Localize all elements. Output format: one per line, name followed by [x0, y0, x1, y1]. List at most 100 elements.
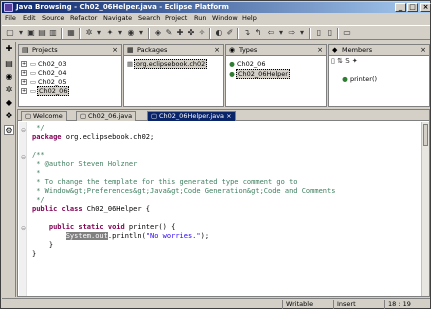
project-folder-icon: ▭: [29, 78, 37, 86]
close-view-icon[interactable]: ×: [112, 46, 118, 55]
members-view-header: ◆ Members ×: [329, 45, 429, 56]
menu-project[interactable]: Project: [165, 14, 187, 23]
debug-icon[interactable]: ✲: [84, 28, 94, 38]
toggle-icon[interactable]: ▭: [342, 28, 352, 38]
menu-navigate[interactable]: Navigate: [103, 14, 132, 23]
editor-tabs: ▢ Welcome ▢ Ch02_06.java ▢ Ch02_06Helper.ja…: [18, 110, 429, 121]
new-wizard-icon[interactable]: ✤: [186, 28, 196, 38]
team-perspective-icon[interactable]: ◆: [4, 98, 14, 108]
hide-static-icon[interactable]: S: [345, 57, 349, 65]
projects-icon: ▤: [22, 46, 29, 54]
expand-icon[interactable]: +: [21, 61, 27, 67]
close-button[interactable]: ×: [420, 3, 431, 12]
open-type-icon[interactable]: ◐: [214, 28, 224, 38]
type-item[interactable]: ● Ch02_06Helper: [228, 69, 290, 79]
tab-welcome[interactable]: ▢ Welcome: [21, 111, 67, 121]
status-insert-mode: Insert: [333, 300, 383, 309]
new-interface-icon[interactable]: ✚: [175, 28, 185, 38]
menu-help[interactable]: Help: [242, 14, 257, 23]
menu-edit[interactable]: Edit: [23, 14, 36, 23]
project-folder-icon: ▭: [29, 69, 37, 77]
dropdown-icon[interactable]: ▾: [16, 28, 26, 38]
next-annotation-icon[interactable]: ↴: [242, 28, 252, 38]
outline-icon[interactable]: ▯: [314, 28, 324, 38]
dropdown-icon[interactable]: ▾: [276, 28, 286, 38]
type-item[interactable]: ● Ch02_06: [228, 60, 266, 69]
expand-icon[interactable]: +: [21, 88, 27, 94]
status-writable: Writable: [282, 300, 332, 309]
dropdown-icon[interactable]: ▾: [115, 28, 125, 38]
hide-nonpublic-icon[interactable]: ✦: [352, 57, 358, 65]
java-perspective-icon[interactable]: ◉: [4, 72, 14, 82]
new-wizard-icon[interactable]: ✧: [197, 28, 207, 38]
external-tools-icon[interactable]: ◉: [126, 28, 136, 38]
member-item[interactable]: ● printer(): [341, 75, 378, 84]
open-perspective-icon[interactable]: ✚: [4, 44, 14, 54]
dropdown-icon[interactable]: ▾: [94, 28, 104, 38]
menu-window[interactable]: Window: [212, 14, 238, 23]
scrollbar-thumb[interactable]: [423, 124, 428, 146]
back-icon[interactable]: ⇦: [266, 28, 276, 38]
menu-search[interactable]: Search: [138, 14, 160, 23]
toolbar-separator: [79, 28, 81, 39]
minimize-button[interactable]: _: [395, 3, 406, 12]
project-item[interactable]: + ▭ Ch02_06: [21, 86, 70, 96]
project-item[interactable]: + ▭ Ch02_04: [21, 69, 67, 78]
sort-icon[interactable]: ⇅: [337, 57, 343, 65]
status-cursor-position: 18 : 19: [384, 300, 429, 309]
class-icon: ●: [229, 60, 235, 68]
new-package-icon[interactable]: ◈: [153, 28, 163, 38]
expand-icon[interactable]: +: [21, 70, 27, 76]
close-view-icon[interactable]: ×: [214, 46, 220, 55]
hide-fields-icon[interactable]: ▯: [331, 57, 335, 65]
save-all-icon[interactable]: ▤: [37, 28, 47, 38]
print-icon[interactable]: ▥: [48, 28, 58, 38]
build-icon[interactable]: ▦: [66, 28, 76, 38]
code-line: *: [32, 169, 41, 177]
code-line: public class Ch02_06Helper {: [32, 205, 151, 213]
close-view-icon[interactable]: ×: [420, 46, 426, 55]
new-class-icon[interactable]: ✎: [164, 28, 174, 38]
menu-run[interactable]: Run: [194, 14, 206, 23]
toggle-icon[interactable]: ▯: [325, 28, 335, 38]
debug-perspective-icon[interactable]: ✲: [4, 85, 14, 95]
code-area[interactable]: */ package org.eclipsebook.ch02; /** * @…: [18, 122, 421, 296]
run-icon[interactable]: ✦: [105, 28, 115, 38]
types-view-header: ◉ Types ×: [226, 45, 326, 56]
menu-bar: File Edit Source Refactor Navigate Searc…: [2, 13, 430, 24]
search-icon[interactable]: ✐: [225, 28, 235, 38]
menu-file[interactable]: File: [5, 14, 16, 23]
shortcut-bar: ✚ ▤ ◉ ✲ ◆ ❖ ⚙: [2, 42, 16, 297]
toolbar-separator: [148, 28, 150, 39]
members-toolbar: ▯ ⇅ S ✦: [331, 57, 358, 66]
tab-ch02-06helper[interactable]: ▢ Ch02_06Helper.java ×: [147, 111, 236, 121]
package-icon: ▦: [126, 60, 134, 68]
close-view-icon[interactable]: ×: [317, 46, 323, 55]
package-item[interactable]: ▦ org.eclipsebook.ch02: [126, 59, 208, 69]
previous-annotation-icon[interactable]: ↰: [253, 28, 263, 38]
project-item[interactable]: + ▭ Ch02_03: [21, 60, 67, 69]
maximize-button[interactable]: □: [407, 3, 418, 12]
code-line: /**: [32, 151, 45, 159]
cvs-perspective-icon[interactable]: ❖: [4, 111, 14, 121]
dropdown-icon[interactable]: ▾: [297, 28, 307, 38]
editor-scrollbar[interactable]: [421, 122, 429, 296]
dropdown-icon[interactable]: ▾: [136, 28, 146, 38]
save-icon[interactable]: ▣: [26, 28, 36, 38]
menu-source[interactable]: Source: [42, 14, 64, 23]
new-icon[interactable]: ▢: [5, 28, 15, 38]
members-view: ◆ Members × ▯ ⇅ S ✦ ● printer(): [328, 44, 430, 107]
title-bar[interactable]: Java Browsing - Ch02_06Helper.java - Ecl…: [2, 2, 431, 13]
menu-refactor[interactable]: Refactor: [70, 14, 97, 23]
eclipse-app-icon: [4, 3, 13, 12]
resource-perspective-icon[interactable]: ▤: [4, 59, 14, 69]
forward-icon[interactable]: ⇨: [287, 28, 297, 38]
tab-ch02-06[interactable]: ▢ Ch02_06.java: [76, 111, 137, 121]
close-tab-icon[interactable]: ×: [226, 112, 231, 120]
code-line: package org.eclipsebook.ch02;: [32, 133, 155, 141]
java-browsing-perspective-icon[interactable]: ⚙: [4, 125, 14, 135]
toolbar-separator: [337, 28, 339, 39]
members-icon: ◆: [332, 46, 338, 54]
project-folder-icon: ▭: [29, 60, 37, 68]
expand-icon[interactable]: +: [21, 79, 27, 85]
